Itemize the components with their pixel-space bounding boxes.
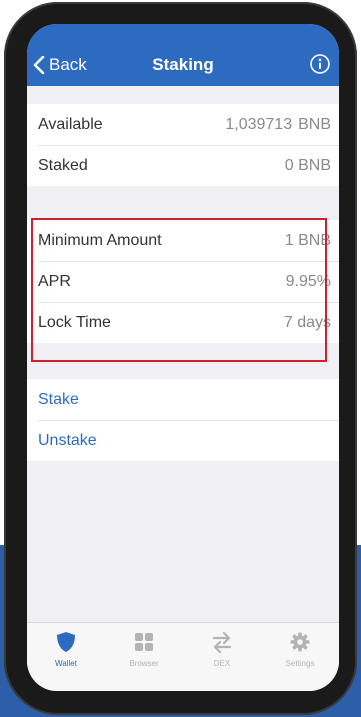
swap-arrows-icon <box>212 631 232 653</box>
grid-icon <box>135 633 153 651</box>
available-value: 1,039713 BNB <box>225 116 331 134</box>
info-icon[interactable] <box>310 54 330 74</box>
navigation-bar: Back Staking <box>27 24 339 86</box>
tab-wallet-label: Wallet <box>55 659 77 668</box>
tab-settings[interactable]: Settings <box>261 623 339 691</box>
unstake-label: Unstake <box>38 431 97 449</box>
staked-value: 0 BNB <box>285 157 331 175</box>
available-unit: BNB <box>298 115 331 133</box>
tab-dex-label: DEX <box>213 659 231 668</box>
tab-browser[interactable]: Browser <box>105 623 183 691</box>
staked-amount: 0 <box>284 156 294 174</box>
available-label: Available <box>38 115 103 133</box>
stake-button[interactable]: Stake <box>27 379 339 420</box>
tab-browser-label: Browser <box>129 659 159 668</box>
staked-unit: BNB <box>298 156 331 174</box>
balance-section: Available 1,039713 BNB Staked 0 BNB <box>27 104 339 186</box>
tab-bar: Wallet Browser DEX Settings <box>27 622 339 691</box>
actions-section: Stake Unstake <box>27 379 339 461</box>
available-amount: 1,039713 <box>225 115 293 133</box>
tab-wallet[interactable]: Wallet <box>27 623 105 691</box>
staked-label: Staked <box>38 156 88 174</box>
available-row: Available 1,039713 BNB <box>27 104 339 145</box>
shield-icon <box>57 632 75 652</box>
page-title: Staking <box>152 55 214 74</box>
staked-row: Staked 0 BNB <box>27 145 339 186</box>
tab-settings-label: Settings <box>285 659 315 668</box>
stake-label: Stake <box>38 390 79 408</box>
unstake-button[interactable]: Unstake <box>27 420 339 461</box>
tab-dex[interactable]: DEX <box>183 623 261 691</box>
gear-icon <box>290 632 310 652</box>
highlight-box <box>31 218 327 362</box>
